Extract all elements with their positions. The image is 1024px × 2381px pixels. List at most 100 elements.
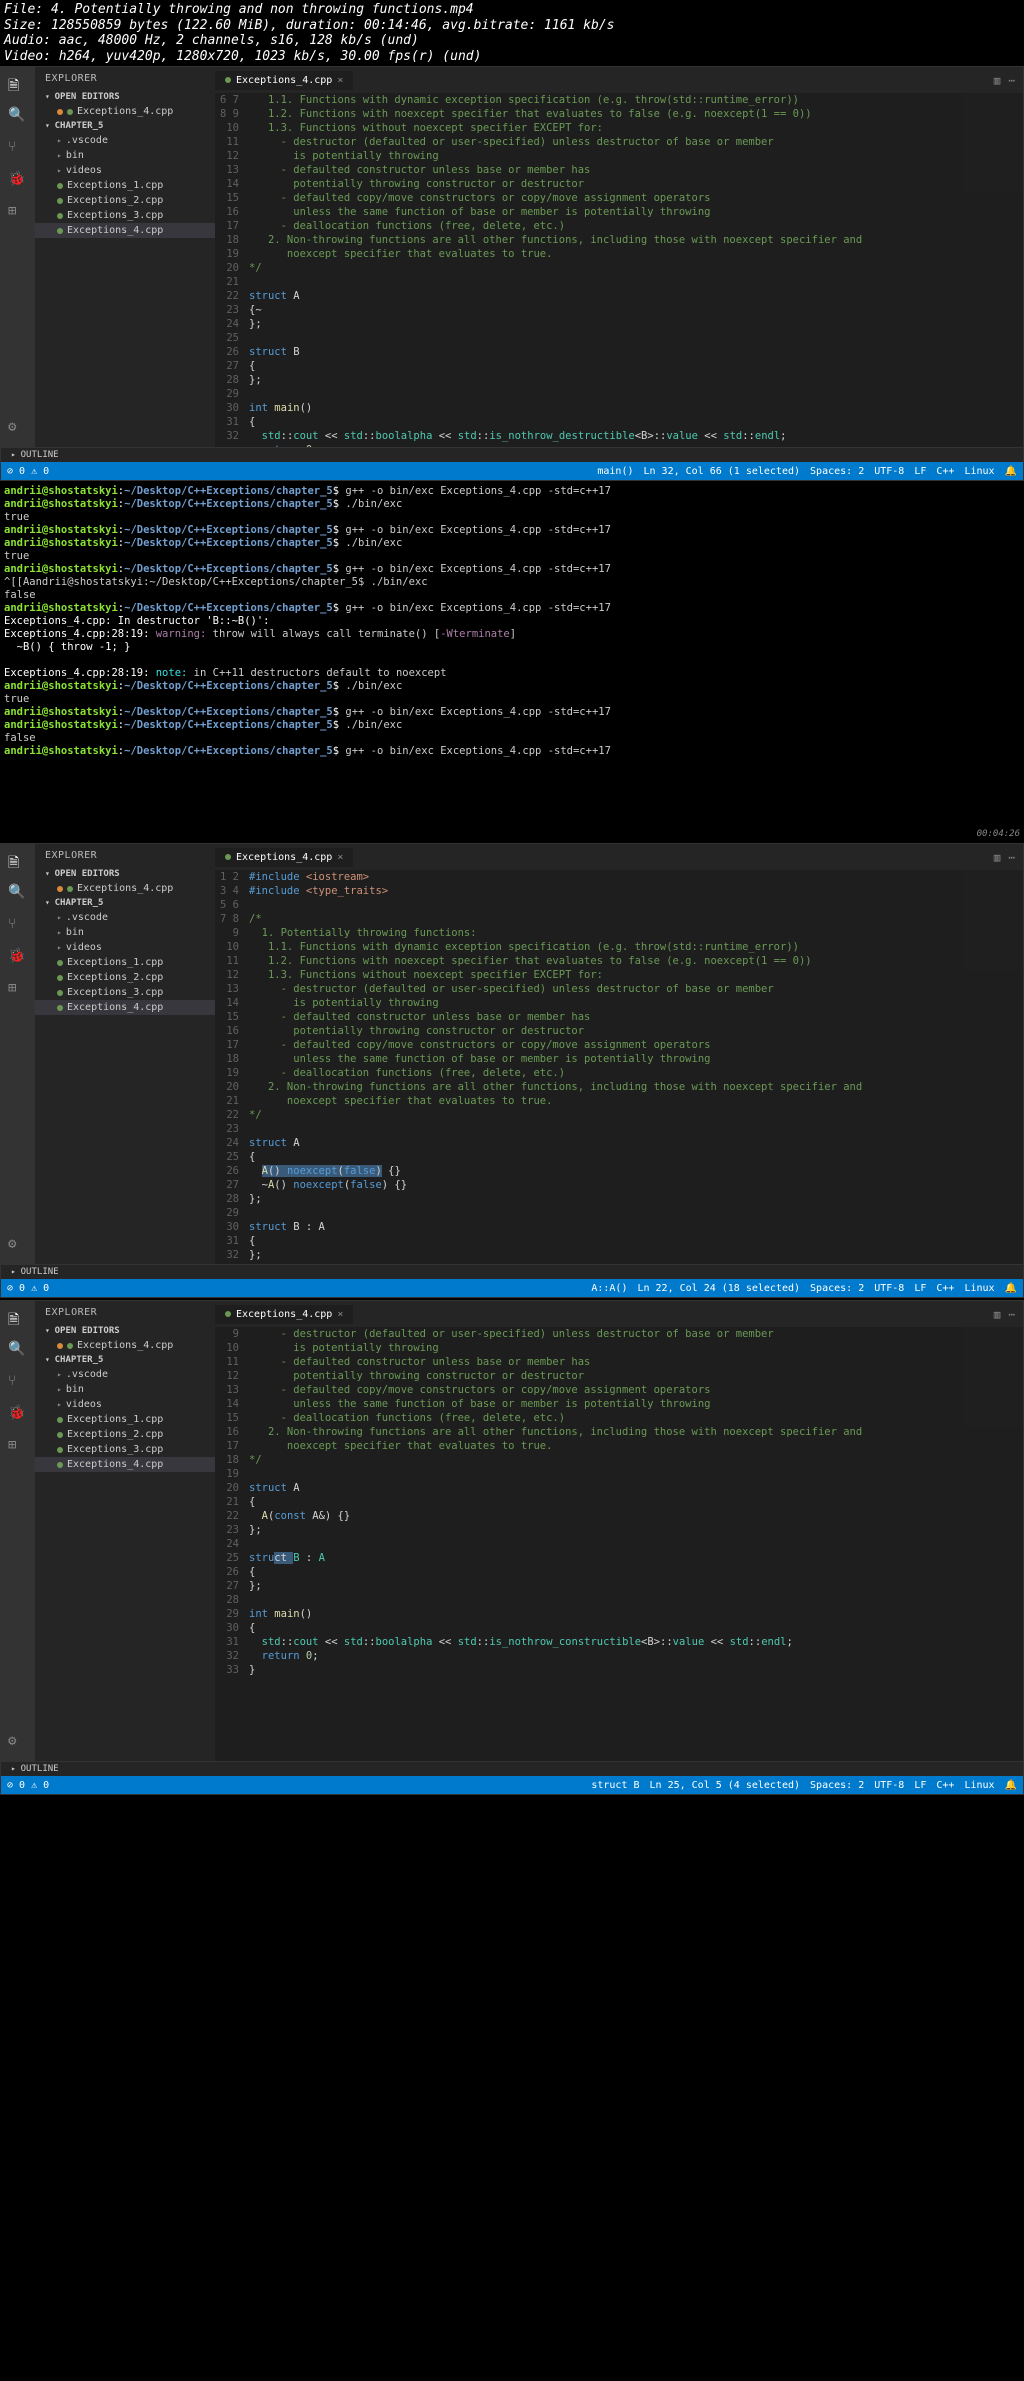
status-position[interactable]: Ln 25, Col 5 (4 selected) xyxy=(650,1780,801,1791)
files-icon[interactable]: 🗎 xyxy=(8,852,28,872)
terminal[interactable]: andrii@shostatskyi:~/Desktop/C++Exceptio… xyxy=(0,483,1024,843)
gear-icon[interactable]: ⚙ xyxy=(8,1236,28,1256)
sidebar-item-Exceptions_4.cpp[interactable]: Exceptions_4.cpp xyxy=(35,1000,215,1015)
search-icon[interactable]: 🔍 xyxy=(8,107,28,127)
status-os[interactable]: Linux xyxy=(964,1283,994,1294)
sidebar-item-bin[interactable]: bin xyxy=(35,925,215,940)
status-lang[interactable]: C++ xyxy=(936,1283,954,1294)
sidebar-item-Exceptions_3.cpp[interactable]: Exceptions_3.cpp xyxy=(35,208,215,223)
tab-exceptions4[interactable]: Exceptions_4.cpp × xyxy=(215,848,353,867)
code-editor[interactable]: 6 7 8 9 10 11 12 13 14 15 16 17 18 19 20… xyxy=(215,93,1023,447)
sidebar-item-Exceptions_2.cpp[interactable]: Exceptions_2.cpp xyxy=(35,970,215,985)
git-icon[interactable]: ⑂ xyxy=(8,139,28,159)
sidebar-item-videos[interactable]: videos xyxy=(35,163,215,178)
close-icon[interactable]: × xyxy=(337,1309,343,1320)
git-icon[interactable]: ⑂ xyxy=(8,916,28,936)
sidebar-item-Exceptions_4.cpp[interactable]: Exceptions_4.cpp xyxy=(35,223,215,238)
extensions-icon[interactable]: ⊞ xyxy=(8,203,28,223)
debug-icon[interactable]: 🐞 xyxy=(8,948,28,968)
status-encoding[interactable]: UTF-8 xyxy=(874,1780,904,1791)
status-function[interactable]: main() xyxy=(597,466,633,477)
split-icon[interactable]: ▥ xyxy=(994,1308,1001,1321)
sidebar-item-Exceptions_2.cpp[interactable]: Exceptions_2.cpp xyxy=(35,1427,215,1442)
search-icon[interactable]: 🔍 xyxy=(8,884,28,904)
status-eol[interactable]: LF xyxy=(914,1283,926,1294)
sidebar-item-bin[interactable]: bin xyxy=(35,1382,215,1397)
sidebar-item-.vscode[interactable]: .vscode xyxy=(35,133,215,148)
sidebar-item-Exceptions_1.cpp[interactable]: Exceptions_1.cpp xyxy=(35,955,215,970)
open-editor-item[interactable]: Exceptions_4.cpp xyxy=(35,881,215,896)
outline-section[interactable]: OUTLINE xyxy=(1,1264,1023,1279)
extensions-icon[interactable]: ⊞ xyxy=(8,1437,28,1457)
gear-icon[interactable]: ⚙ xyxy=(8,419,28,439)
open-editor-item[interactable]: Exceptions_4.cpp xyxy=(35,1338,215,1353)
sidebar-item-.vscode[interactable]: .vscode xyxy=(35,1367,215,1382)
code-editor[interactable]: 9 10 11 12 13 14 15 16 17 18 19 20 21 22… xyxy=(215,1327,1023,1761)
minimap[interactable] xyxy=(963,870,1023,970)
timestamp-1: 00:04:26 xyxy=(977,829,1020,839)
tab-exceptions4[interactable]: Exceptions_4.cpp × xyxy=(215,1305,353,1324)
open-editors-section[interactable]: OPEN EDITORS xyxy=(35,90,215,104)
bell-icon[interactable]: 🔔 xyxy=(1005,1780,1017,1791)
split-icon[interactable]: ▥ xyxy=(994,74,1001,87)
git-icon[interactable]: ⑂ xyxy=(8,1373,28,1393)
minimap[interactable] xyxy=(963,93,1023,193)
outline-section[interactable]: OUTLINE xyxy=(1,447,1023,462)
open-editor-item[interactable]: Exceptions_4.cpp xyxy=(35,104,215,119)
minimap[interactable] xyxy=(963,1327,1023,1427)
sidebar-item-Exceptions_1.cpp[interactable]: Exceptions_1.cpp xyxy=(35,178,215,193)
status-position[interactable]: Ln 22, Col 24 (18 selected) xyxy=(637,1283,800,1294)
status-os[interactable]: Linux xyxy=(964,466,994,477)
status-encoding[interactable]: UTF-8 xyxy=(874,1283,904,1294)
sidebar-item-videos[interactable]: videos xyxy=(35,1397,215,1412)
folder-section[interactable]: CHAPTER_5 xyxy=(35,119,215,133)
status-errors[interactable]: ⊘ 0 ⚠ 0 xyxy=(7,1283,49,1294)
sidebar-item-Exceptions_3.cpp[interactable]: Exceptions_3.cpp xyxy=(35,985,215,1000)
status-encoding[interactable]: UTF-8 xyxy=(874,466,904,477)
sidebar-item-Exceptions_4.cpp[interactable]: Exceptions_4.cpp xyxy=(35,1457,215,1472)
status-os[interactable]: Linux xyxy=(964,1780,994,1791)
sidebar-item-Exceptions_1.cpp[interactable]: Exceptions_1.cpp xyxy=(35,1412,215,1427)
folder-section[interactable]: CHAPTER_5 xyxy=(35,896,215,910)
status-spaces[interactable]: Spaces: 2 xyxy=(810,1780,864,1791)
open-editors-section[interactable]: OPEN EDITORS xyxy=(35,867,215,881)
sidebar-item-videos[interactable]: videos xyxy=(35,940,215,955)
close-icon[interactable]: × xyxy=(337,75,343,86)
sidebar-item-bin[interactable]: bin xyxy=(35,148,215,163)
tab-actions: ▥ ⋯ xyxy=(994,74,1023,87)
tab-exceptions4[interactable]: Exceptions_4.cpp × xyxy=(215,71,353,90)
status-spaces[interactable]: Spaces: 2 xyxy=(810,1283,864,1294)
more-icon[interactable]: ⋯ xyxy=(1008,74,1015,87)
activity-bar: 🗎 🔍 ⑂ 🐞 ⊞ ⚙ xyxy=(1,67,35,447)
status-spaces[interactable]: Spaces: 2 xyxy=(810,466,864,477)
status-function[interactable]: A::A() xyxy=(591,1283,627,1294)
status-position[interactable]: Ln 32, Col 66 (1 selected) xyxy=(643,466,800,477)
status-errors[interactable]: ⊘ 0 ⚠ 0 xyxy=(7,466,49,477)
files-icon[interactable]: 🗎 xyxy=(8,1309,28,1329)
search-icon[interactable]: 🔍 xyxy=(8,1341,28,1361)
debug-icon[interactable]: 🐞 xyxy=(8,1405,28,1425)
folder-section[interactable]: CHAPTER_5 xyxy=(35,1353,215,1367)
status-function[interactable]: struct B xyxy=(591,1780,639,1791)
open-editors-section[interactable]: OPEN EDITORS xyxy=(35,1324,215,1338)
split-icon[interactable]: ▥ xyxy=(994,851,1001,864)
files-icon[interactable]: 🗎 xyxy=(8,75,28,95)
debug-icon[interactable]: 🐞 xyxy=(8,171,28,191)
status-lang[interactable]: C++ xyxy=(936,1780,954,1791)
close-icon[interactable]: × xyxy=(337,852,343,863)
more-icon[interactable]: ⋯ xyxy=(1008,851,1015,864)
status-eol[interactable]: LF xyxy=(914,1780,926,1791)
sidebar-item-.vscode[interactable]: .vscode xyxy=(35,910,215,925)
outline-section[interactable]: OUTLINE xyxy=(1,1761,1023,1776)
sidebar-item-Exceptions_3.cpp[interactable]: Exceptions_3.cpp xyxy=(35,1442,215,1457)
code-editor[interactable]: 1 2 3 4 5 6 7 8 9 10 11 12 13 14 15 16 1… xyxy=(215,870,1023,1264)
bell-icon[interactable]: 🔔 xyxy=(1005,466,1017,477)
sidebar-item-Exceptions_2.cpp[interactable]: Exceptions_2.cpp xyxy=(35,193,215,208)
more-icon[interactable]: ⋯ xyxy=(1008,1308,1015,1321)
status-errors[interactable]: ⊘ 0 ⚠ 0 xyxy=(7,1780,49,1791)
gear-icon[interactable]: ⚙ xyxy=(8,1733,28,1753)
status-eol[interactable]: LF xyxy=(914,466,926,477)
extensions-icon[interactable]: ⊞ xyxy=(8,980,28,1000)
bell-icon[interactable]: 🔔 xyxy=(1005,1283,1017,1294)
status-lang[interactable]: C++ xyxy=(936,466,954,477)
